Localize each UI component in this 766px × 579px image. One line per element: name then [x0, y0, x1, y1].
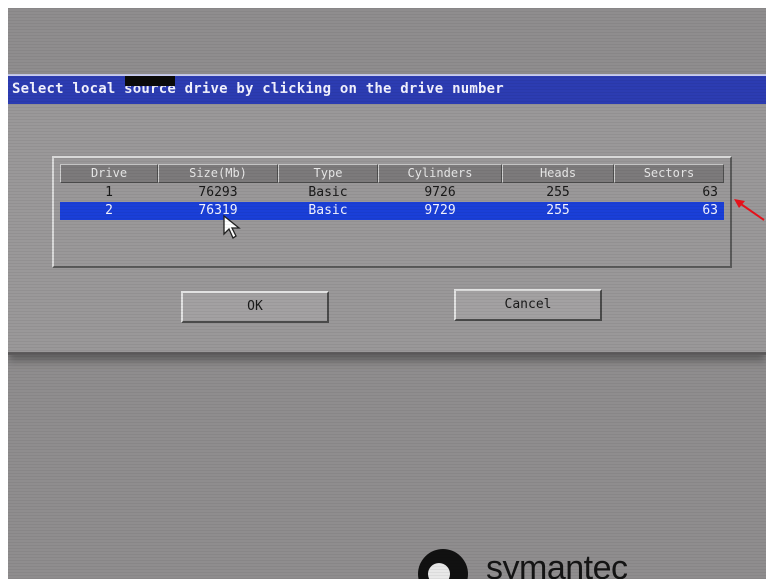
symantec-logo-icon — [418, 549, 468, 579]
screen: Select local source drive by clicking on… — [8, 8, 766, 579]
dialog-title-bar: Select local source drive by clicking on… — [8, 74, 766, 104]
table-row[interactable]: 1 76293 Basic 9726 255 63 — [60, 184, 724, 202]
drive-table: Drive Size(Mb) Type Cylinders Heads Sect… — [52, 156, 732, 268]
column-header-heads[interactable]: Heads — [502, 164, 614, 183]
redaction-box — [125, 76, 175, 86]
source-drive-dialog: Select local source drive by clicking on… — [8, 74, 766, 355]
column-header-drive[interactable]: Drive — [60, 164, 158, 183]
type-cell: Basic — [308, 203, 348, 218]
drive-number-cell[interactable]: 2 — [60, 202, 158, 220]
symantec-logo: symantec — [408, 543, 648, 579]
cylinders-cell: 9726 — [424, 185, 456, 200]
red-arrow-annotation — [734, 199, 765, 221]
table-row-selected[interactable]: 2 76319 Basic 9729 255 63 — [60, 202, 724, 220]
table-header: Drive Size(Mb) Type Cylinders Heads Sect… — [60, 164, 724, 183]
cylinders-cell: 9729 — [424, 203, 456, 218]
heads-cell: 255 — [546, 185, 570, 200]
column-header-cylinders[interactable]: Cylinders — [378, 164, 502, 183]
size-cell: 76319 — [198, 203, 238, 218]
sectors-cell: 63 — [702, 203, 718, 218]
mouse-cursor-icon — [223, 214, 241, 239]
column-header-sectors[interactable]: Sectors — [614, 164, 724, 183]
ok-button[interactable]: OK — [181, 291, 329, 323]
logo-text: symantec — [486, 549, 628, 579]
column-header-type[interactable]: Type — [278, 164, 378, 183]
sectors-cell: 63 — [702, 185, 718, 200]
cancel-button[interactable]: Cancel — [454, 289, 602, 321]
heads-cell: 255 — [546, 203, 570, 218]
drive-number-cell[interactable]: 1 — [60, 184, 158, 202]
dialog-title: Select local source drive by clicking on… — [12, 81, 504, 97]
column-header-size[interactable]: Size(Mb) — [158, 164, 278, 183]
type-cell: Basic — [308, 185, 348, 200]
size-cell: 76293 — [198, 185, 238, 200]
